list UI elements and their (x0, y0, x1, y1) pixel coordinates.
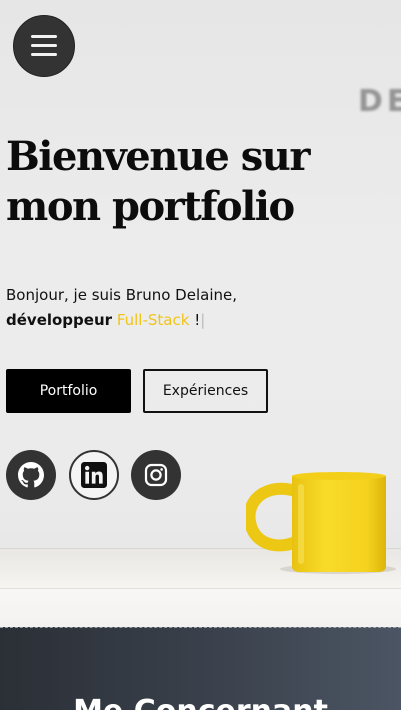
desk-edge (0, 588, 401, 627)
typed-role-text: Full-Stack (116, 311, 190, 329)
instagram-link[interactable] (131, 450, 181, 500)
about-title: Me Concernant (0, 694, 401, 710)
portfolio-button[interactable]: Portfolio (6, 369, 131, 413)
page-title: Bienvenue sur mon portfolio (6, 132, 366, 232)
about-section: Me Concernant (0, 627, 401, 710)
hamburger-menu-icon (31, 35, 57, 57)
hero-section: DE Bienvenue sur mon portfolio Bonjour, … (0, 0, 401, 627)
yellow-mug-image (246, 472, 396, 574)
linkedin-link[interactable] (69, 450, 119, 500)
menu-button[interactable] (13, 15, 75, 77)
github-link[interactable] (6, 450, 56, 500)
title-line-1: Bienvenue sur (6, 133, 310, 180)
hero-background-text: DE (358, 84, 401, 119)
intro-text: Bonjour, je suis Bruno Delaine, (6, 286, 237, 304)
experiences-button[interactable]: Expériences (143, 369, 268, 413)
title-line-2: mon portfolio (6, 183, 295, 230)
role-word: développeur (6, 311, 113, 329)
instagram-icon (144, 463, 168, 487)
github-icon (18, 462, 44, 488)
linkedin-icon (81, 462, 107, 488)
intro-role: développeur Full-Stack !| (6, 311, 205, 329)
typing-cursor: | (200, 311, 206, 329)
